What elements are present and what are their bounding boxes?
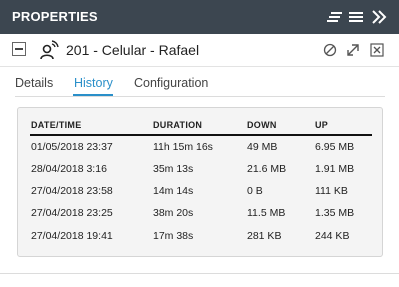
collapse-button[interactable] <box>12 42 26 56</box>
double-chevron-right-icon[interactable] <box>370 8 388 26</box>
table-row: 27/04/2018 19:41 17m 38s 281 KB 244 KB <box>18 230 384 252</box>
properties-titlebar: PROPERTIES <box>0 0 399 34</box>
cell-duration: 14m 14s <box>153 185 194 197</box>
history-table: DATE/TIME DURATION DOWN UP 01/05/2018 23… <box>17 107 383 257</box>
cell-down: 11.5 MB <box>247 207 286 219</box>
cell-duration: 38m 20s <box>153 207 194 219</box>
properties-tabs: Details History Configuration <box>0 67 399 97</box>
table-row: 27/04/2018 23:58 14m 14s 0 B 111 KB <box>18 185 384 207</box>
tab-configuration[interactable]: Configuration <box>134 76 208 90</box>
cell-down: 281 KB <box>247 230 282 242</box>
disable-icon[interactable] <box>323 43 337 57</box>
panel-bottom-divider <box>0 273 399 274</box>
expand-arrow-icon[interactable] <box>346 43 360 57</box>
cell-datetime: 28/04/2018 3:16 <box>31 163 107 175</box>
cell-up: 111 KB <box>315 185 348 197</box>
cell-duration: 11h 15m 16s <box>153 141 213 153</box>
cell-up: 244 KB <box>315 230 350 242</box>
column-header-duration[interactable]: DURATION <box>153 120 202 130</box>
cell-datetime: 27/04/2018 23:58 <box>31 185 113 197</box>
panel-title: PROPERTIES <box>12 9 98 24</box>
cell-down: 0 B <box>247 185 263 197</box>
close-box-icon[interactable] <box>370 43 384 57</box>
entity-name: 201 - Celular - Rafael <box>66 42 200 58</box>
table-row: 01/05/2018 23:37 11h 15m 16s 49 MB 6.95 … <box>18 141 384 163</box>
column-header-datetime[interactable]: DATE/TIME <box>31 120 82 130</box>
cell-down: 21.6 MB <box>247 163 287 175</box>
cell-up: 6.95 MB <box>315 141 355 153</box>
entity-header: 201 - Celular - Rafael <box>0 34 399 67</box>
tab-history[interactable]: History <box>74 76 113 90</box>
cell-datetime: 01/05/2018 23:37 <box>31 141 113 153</box>
cell-duration: 17m 38s <box>153 230 194 242</box>
cell-up: 1.35 MB <box>315 207 355 219</box>
table-row: 27/04/2018 23:25 38m 20s 11.5 MB 1.35 MB <box>18 207 384 229</box>
column-header-up[interactable]: UP <box>315 120 328 130</box>
sort-lines-icon[interactable] <box>326 8 344 26</box>
user-wireless-icon <box>38 39 60 61</box>
hamburger-menu-icon[interactable] <box>347 8 365 26</box>
cell-up: 1.91 MB <box>315 163 355 175</box>
header-rule <box>30 134 372 136</box>
cell-down: 49 MB <box>247 141 278 153</box>
tabs-divider <box>15 96 385 97</box>
table-row: 28/04/2018 3:16 35m 13s 21.6 MB 1.91 MB <box>18 163 384 185</box>
cell-duration: 35m 13s <box>153 163 194 175</box>
column-header-down[interactable]: DOWN <box>247 120 277 130</box>
tab-details[interactable]: Details <box>15 76 53 90</box>
cell-datetime: 27/04/2018 23:25 <box>31 207 113 219</box>
cell-datetime: 27/04/2018 19:41 <box>31 230 113 242</box>
